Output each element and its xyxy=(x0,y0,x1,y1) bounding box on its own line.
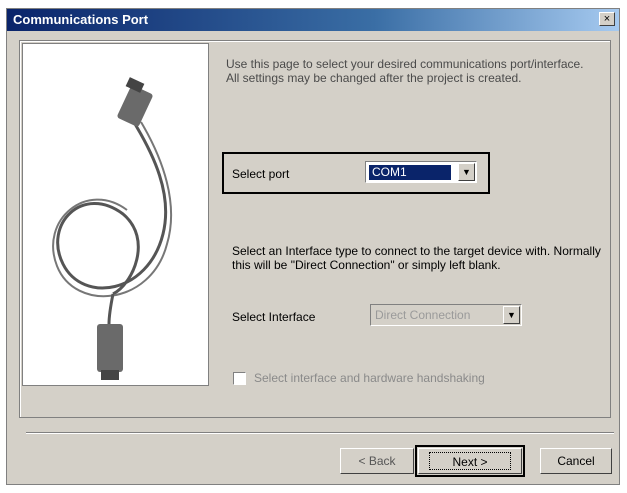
intro-text: Use this page to select your desired com… xyxy=(226,57,584,85)
next-button[interactable]: Next > xyxy=(415,445,525,477)
port-selected-value: COM1 xyxy=(369,165,451,180)
serial-cable-icon xyxy=(52,77,173,380)
window-title: Communications Port xyxy=(13,12,149,27)
select-port-label: Select port xyxy=(232,167,290,181)
back-button[interactable]: < Back xyxy=(340,448,414,474)
select-interface-label: Select Interface xyxy=(232,310,316,324)
chevron-down-icon[interactable]: ▼ xyxy=(458,163,475,181)
interface-dropdown[interactable]: Direct Connection ▼ xyxy=(370,304,522,326)
chevron-down-icon[interactable]: ▼ xyxy=(503,306,520,324)
button-separator xyxy=(26,432,614,434)
interface-help-text: Select an Interface type to connect to t… xyxy=(232,244,601,272)
serial-cable-image xyxy=(22,43,209,386)
title-bar[interactable]: Communications Port × xyxy=(7,9,619,31)
interface-selected-value: Direct Connection xyxy=(375,308,471,322)
close-button[interactable]: × xyxy=(599,12,615,26)
cancel-button[interactable]: Cancel xyxy=(540,448,612,474)
handshaking-checkbox[interactable] xyxy=(233,372,246,385)
close-icon: × xyxy=(603,13,611,25)
handshaking-checkbox-label: Select interface and hardware handshakin… xyxy=(254,371,485,385)
next-button-label: Next > xyxy=(429,452,511,470)
port-dropdown[interactable]: COM1 ▼ xyxy=(365,161,477,183)
